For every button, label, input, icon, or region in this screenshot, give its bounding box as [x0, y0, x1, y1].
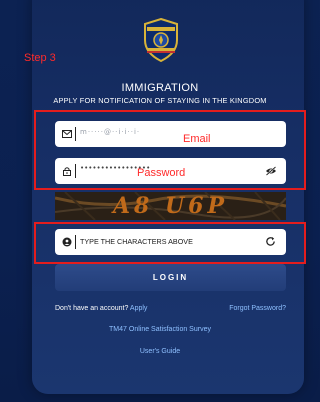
captcha-text: A8 U6P [112, 193, 229, 219]
eye-slash-icon[interactable] [265, 166, 277, 176]
account-links-row: Don't have an account? Apply Forgot Pass… [55, 305, 286, 312]
email-annotation: Email [183, 133, 211, 145]
email-value: m·····@··i·i··i· [80, 128, 141, 136]
users-guide-link[interactable]: User's Guide [0, 348, 320, 355]
survey-link[interactable]: TM47 Online Satisfaction Survey [0, 326, 320, 333]
captcha-placeholder: TYPE THE CHARACTERS ABOVE [80, 237, 193, 246]
step-annotation: Step 3 [24, 52, 56, 64]
forgot-password-link[interactable]: Forgot Password? [229, 305, 286, 312]
captcha-input[interactable]: TYPE THE CHARACTERS ABOVE [55, 229, 286, 255]
captcha-image: A8 U6P [55, 192, 286, 220]
immigration-logo [144, 18, 178, 62]
page-title: IMMIGRATION [121, 82, 199, 94]
text-caret [75, 164, 76, 178]
envelope-icon [62, 130, 72, 138]
text-caret [75, 127, 76, 141]
lock-icon [63, 167, 71, 176]
text-caret [75, 235, 76, 249]
page-subtitle: APPLY FOR NOTIFICATION OF STAYING IN THE… [53, 96, 267, 105]
apply-link[interactable]: Apply [130, 305, 148, 312]
email-field[interactable]: m·····@··i·i··i· [55, 121, 286, 147]
shield-user-icon [62, 237, 72, 247]
refresh-icon[interactable] [265, 236, 276, 247]
login-button[interactable]: LOGIN [55, 264, 286, 291]
password-annotation: Password [137, 167, 186, 179]
no-account-text: Don't have an account? [55, 305, 129, 312]
